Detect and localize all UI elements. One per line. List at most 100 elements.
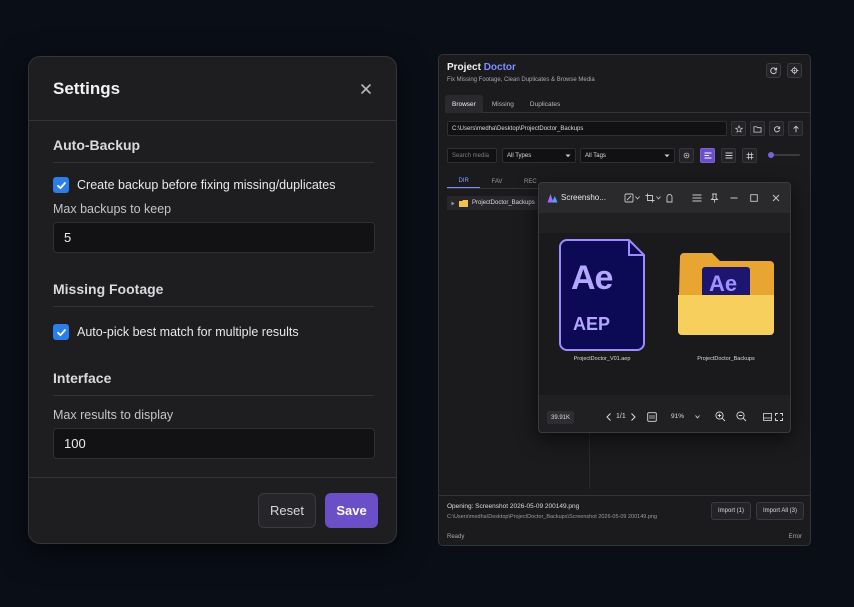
close-icon[interactable] [772, 194, 780, 202]
refresh-icon [773, 125, 780, 132]
side-tab-dir[interactable]: DIR [447, 175, 481, 188]
settings-title: Settings [53, 78, 121, 98]
refresh-icon [770, 67, 778, 75]
section-title-missing-footage: Missing Footage [53, 253, 374, 307]
chevron-right-icon [451, 201, 455, 205]
app-title-plain: Project [447, 62, 481, 73]
prev-icon[interactable] [606, 413, 611, 421]
auto-pick-checkbox-label: Auto-pick best match for multiple result… [77, 325, 299, 339]
tab-browser[interactable]: Browser [445, 95, 483, 113]
viewer-toolbar: 39.91K 1/1 91% [539, 401, 790, 432]
next-icon[interactable] [631, 413, 636, 421]
list-view-button[interactable] [700, 148, 715, 163]
refresh-button[interactable] [766, 63, 781, 78]
import-button[interactable]: Import (1) [711, 502, 751, 520]
image-viewer-window: Screensho... Ae AEP ProjectDoctor_V01.ae… [538, 182, 791, 433]
pin-icon[interactable] [710, 193, 719, 203]
auto-pick-checkbox[interactable] [53, 324, 69, 340]
ae-icon-text: Ae [571, 259, 613, 297]
file-size-badge: 39.91K [547, 411, 575, 424]
chevron-down-icon [664, 154, 670, 157]
file-label-backups: ProjectDoctor_Backups [697, 356, 755, 362]
aep-icon-text: AEP [573, 314, 611, 334]
status-error: Error [788, 534, 802, 540]
tag-filter-select[interactable]: All Tags [580, 148, 675, 163]
folder-icon[interactable]: Ae [676, 251, 776, 337]
reload-button[interactable] [769, 121, 784, 136]
folder-open-icon [753, 125, 762, 133]
grid-view-button[interactable] [742, 148, 757, 163]
filmstrip-icon[interactable] [763, 413, 772, 421]
gear-icon [790, 66, 799, 75]
opening-path: C:\Users\medha\Desktop\ProjectDoctor_Bac… [447, 514, 658, 520]
file-label-aep: ProjectDoctor_V01.aep [573, 356, 631, 362]
app-title-accent: Doctor [483, 62, 516, 73]
crop-icon[interactable] [645, 193, 655, 203]
minimize-icon[interactable] [730, 197, 738, 199]
max-backups-input[interactable]: 5 [53, 222, 375, 253]
path-input[interactable]: C:\Users\medha\Desktop\ProjectDoctor_Bac… [447, 121, 727, 136]
check-icon [56, 181, 66, 189]
backup-checkbox[interactable] [53, 177, 69, 193]
tag-filter-value: All Tags [585, 152, 606, 159]
folder-icon [459, 199, 468, 207]
zoom-out-icon[interactable] [736, 411, 747, 422]
max-results-input[interactable]: 100 [53, 428, 375, 459]
main-tabs: Browser Missing Duplicates [445, 95, 810, 113]
type-filter-select[interactable]: All Types [502, 148, 576, 163]
chevron-down-icon [565, 154, 571, 157]
reset-button[interactable]: Reset [258, 493, 316, 528]
maximize-icon[interactable] [750, 194, 758, 202]
app-subtitle: Fix Missing Footage, Clean Duplicates & … [447, 77, 595, 83]
tree-item-label: ProjectDoctor_Backups [472, 200, 535, 206]
markup-icon[interactable] [665, 193, 674, 203]
chevron-down-icon[interactable] [635, 196, 640, 200]
thumbnail-size-slider[interactable] [768, 152, 800, 158]
tab-duplicates[interactable]: Duplicates [523, 95, 567, 113]
backup-checkbox-row[interactable]: Create backup before fixing missing/dupl… [53, 177, 374, 193]
folder-ae-text: Ae [709, 271, 738, 296]
section-title-interface: Interface [53, 340, 374, 396]
side-tab-fav[interactable]: FAV [480, 175, 513, 188]
opening-status: Opening: Screenshot 2026-05-09 200149.pn… [447, 503, 580, 510]
edit-image-icon[interactable] [624, 193, 634, 203]
settings-dialog: Settings Auto-Backup Create backup befor… [28, 56, 397, 544]
settings-footer: Reset Save [29, 477, 396, 543]
max-results-label: Max results to display [53, 408, 174, 422]
tag-options-button[interactable] [679, 148, 694, 163]
favorite-button[interactable] [731, 121, 746, 136]
tab-missing[interactable]: Missing [485, 95, 521, 113]
chevron-down-icon[interactable] [695, 415, 700, 419]
list-icon [725, 152, 732, 159]
star-icon [734, 124, 743, 133]
status-ready: Ready [447, 534, 465, 540]
chevron-down-icon[interactable] [656, 196, 661, 200]
auto-pick-checkbox-row[interactable]: Auto-pick best match for multiple result… [53, 324, 374, 340]
type-filter-value: All Types [507, 152, 532, 159]
search-media-input[interactable]: Search media [447, 148, 497, 163]
settings-header: Settings [29, 57, 396, 121]
zoom-level[interactable]: 91% [671, 413, 684, 420]
grid-icon [746, 152, 753, 159]
check-icon [56, 328, 66, 336]
after-effects-file-icon[interactable]: Ae AEP [559, 239, 645, 351]
side-tabs: DIR FAV REC [447, 175, 547, 189]
tree-item[interactable]: ProjectDoctor_Backups [447, 196, 547, 210]
fit-icon[interactable] [647, 412, 657, 422]
menu-icon[interactable] [692, 194, 702, 202]
close-icon[interactable] [360, 80, 372, 98]
save-button[interactable]: Save [325, 493, 378, 528]
import-all-button[interactable]: Import All (3) [756, 502, 804, 520]
fullscreen-icon[interactable] [775, 413, 783, 421]
viewer-app-icon [547, 194, 558, 203]
open-folder-button[interactable] [750, 121, 765, 136]
up-directory-button[interactable] [788, 121, 803, 136]
detail-view-button[interactable] [721, 148, 736, 163]
align-left-icon [704, 152, 711, 159]
zoom-in-icon[interactable] [715, 411, 726, 422]
settings-button[interactable] [787, 63, 802, 78]
section-title-auto-backup: Auto-Backup [53, 121, 374, 163]
arrow-up-icon [792, 125, 799, 132]
target-icon [683, 152, 690, 159]
slider-handle[interactable] [768, 152, 774, 158]
